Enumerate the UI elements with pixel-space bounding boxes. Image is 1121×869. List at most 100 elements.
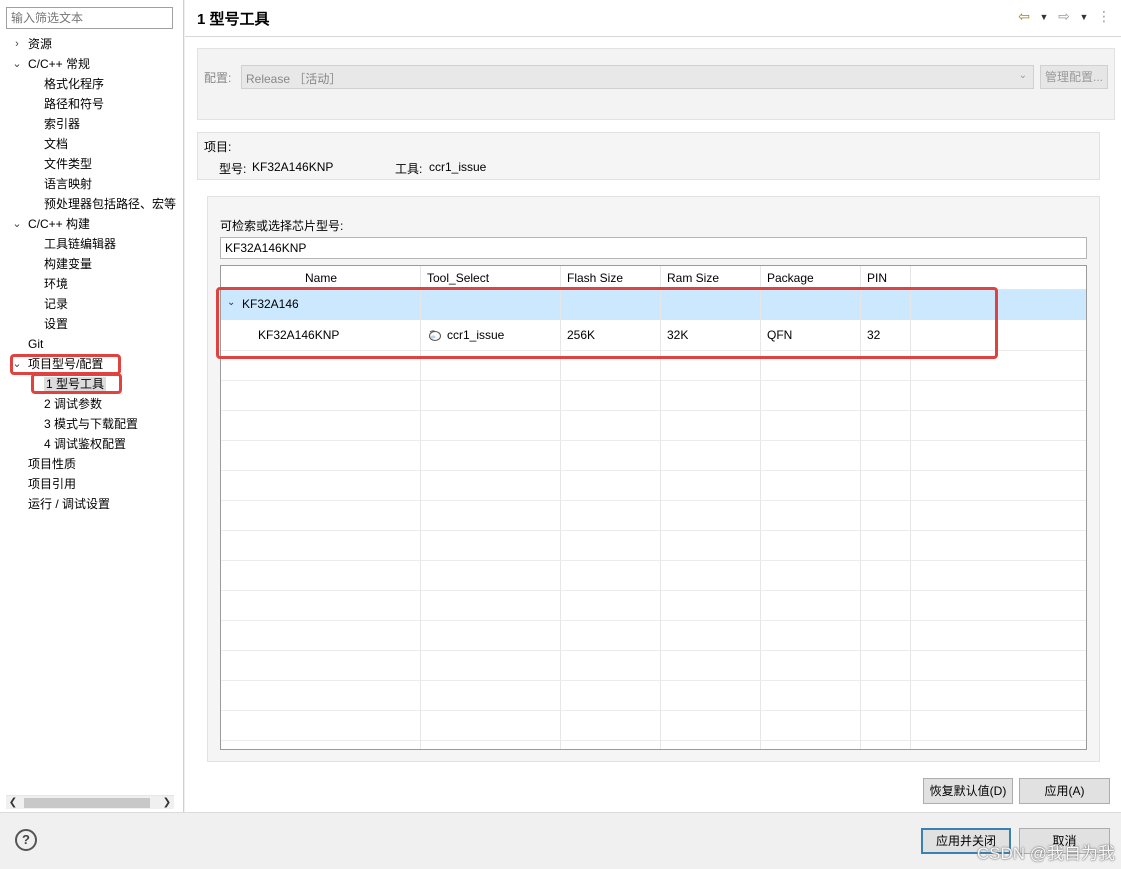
row-divider [221, 620, 1086, 621]
tree-item-logging[interactable]: 记录 [0, 294, 183, 314]
apply-button[interactable]: 应用(A) [1019, 778, 1110, 804]
cell-name: KF32A146KNP [258, 328, 340, 342]
more-menu-icon[interactable]: ⋮ [1097, 8, 1111, 26]
config-select-value: Release ［活动］ [246, 72, 342, 86]
row-divider [221, 440, 1086, 441]
row-divider [221, 560, 1086, 561]
row-divider [221, 470, 1086, 471]
row-divider [221, 680, 1086, 681]
main-panel: 1 型号工具 ⇦ ▼ ⇨ ▼ ⋮ 配置: Release ［活动］ ⌄ 管理配置… [185, 0, 1121, 812]
table-header: Name Tool_Select Flash Size Ram Size Pac… [221, 266, 1086, 290]
column-divider [860, 266, 861, 749]
column-divider [420, 266, 421, 749]
cell-tool[interactable]: ccr1_issue [421, 320, 504, 350]
model-value: KF32A146KNP [252, 160, 334, 174]
tree-item-project-model-config[interactable]: ⌄ 项目型号/配置 [0, 354, 183, 374]
chip-search-input[interactable] [220, 237, 1087, 259]
group-label: KF32A146 [242, 297, 299, 311]
restore-defaults-button[interactable]: 恢复默认值(D) [923, 778, 1013, 804]
tree-item-cpp-general[interactable]: ⌄ C/C++ 常规 [0, 54, 183, 74]
column-header-tool-select[interactable]: Tool_Select [421, 266, 489, 290]
chevron-down-icon[interactable]: ⌄ [227, 297, 235, 308]
column-divider [660, 266, 661, 749]
row-divider [221, 350, 1086, 351]
tree-item-git[interactable]: Git [0, 334, 183, 354]
row-divider [221, 710, 1086, 711]
tree-item-paths-symbols[interactable]: 路径和符号 [0, 94, 183, 114]
table-row[interactable]: KF32A146KNP ccr1_issue 256K 32K QFN 32 [221, 320, 1086, 350]
configuration-panel: 配置: Release ［活动］ ⌄ 管理配置... [197, 48, 1115, 120]
forward-dropdown-icon[interactable]: ▼ [1077, 8, 1091, 26]
back-dropdown-icon[interactable]: ▼ [1037, 8, 1051, 26]
tree-item-formatter[interactable]: 格式化程序 [0, 74, 183, 94]
page-title: 1 型号工具 [197, 11, 270, 28]
nav-buttons: ⇦ ▼ ⇨ ▼ ⋮ [1017, 8, 1111, 26]
sidebar: ›资源 ⌄C/C++ 常规 格式化程序 路径和符号 索引器 文档 文件类型 语言… [0, 0, 184, 812]
tree-item-mode-download[interactable]: 3 模式与下载配置 [0, 414, 183, 434]
tree-item-run-debug-settings[interactable]: 运行 / 调试设置 [0, 494, 183, 514]
tree-item-build-variables[interactable]: 构建变量 [0, 254, 183, 274]
tree-item-file-types[interactable]: 文件类型 [0, 154, 183, 174]
column-header-ram-size[interactable]: Ram Size [661, 266, 719, 290]
config-select: Release ［活动］ ⌄ [241, 65, 1034, 89]
group-row[interactable]: ⌄ KF32A146 [221, 290, 1086, 320]
tool-mouse-icon [429, 330, 441, 341]
chip-table: Name Tool_Select Flash Size Ram Size Pac… [220, 265, 1087, 750]
column-header-pin[interactable]: PIN [861, 266, 887, 290]
chevron-down-icon[interactable]: ⌄ [11, 214, 23, 234]
tree-item-language-mapping[interactable]: 语言映射 [0, 174, 183, 194]
scrollbar-thumb[interactable] [24, 798, 150, 808]
tree-item-cpp-build[interactable]: ⌄ C/C++ 构建 [0, 214, 183, 234]
project-info-panel: 项目: 型号: KF32A146KNP 工具: ccr1_issue [197, 132, 1100, 180]
column-divider [910, 266, 911, 749]
forward-arrow-icon[interactable]: ⇨ [1057, 8, 1071, 26]
tree-item-project-references[interactable]: 项目引用 [0, 474, 183, 494]
row-divider [221, 590, 1086, 591]
row-divider [221, 530, 1086, 531]
project-heading: 项目: [204, 140, 232, 154]
back-arrow-icon[interactable]: ⇦ [1017, 8, 1031, 26]
row-divider [221, 410, 1086, 411]
horizontal-scrollbar[interactable]: ❮ ❯ [6, 795, 174, 809]
tree-item-resources[interactable]: › 资源 [0, 34, 183, 54]
scroll-left-icon[interactable]: ❮ [6, 796, 20, 810]
chevron-down-icon[interactable]: ⌄ [11, 354, 23, 374]
chevron-down-icon[interactable]: ⌄ [11, 54, 23, 74]
filter-input[interactable] [6, 7, 173, 29]
cell-tool-label: ccr1_issue [447, 328, 505, 342]
column-divider [560, 266, 561, 749]
watermark: CSDN @我自为我 [976, 844, 1115, 863]
dialog-button-bar: ? 应用并关闭 取消 CSDN @我自为我 [0, 812, 1121, 869]
help-icon[interactable]: ? [15, 829, 37, 851]
row-divider [221, 500, 1086, 501]
cell-pin: 32 [867, 328, 881, 342]
tree-item-toolchain-editor[interactable]: 工具链编辑器 [0, 234, 183, 254]
scroll-right-icon[interactable]: ❯ [160, 796, 174, 810]
row-divider [221, 740, 1086, 741]
tool-value: ccr1_issue [429, 160, 487, 174]
preference-tree: › 资源 ⌄ C/C++ 常规 格式化程序 路径和符号 索引器 文档 文件类型 语言… [0, 34, 183, 514]
column-header-package[interactable]: Package [761, 266, 814, 290]
row-divider [221, 650, 1086, 651]
cell-package: QFN [767, 328, 793, 342]
tree-item-debug-auth[interactable]: 4 调试鉴权配置 [0, 434, 183, 454]
tree-item-indexer[interactable]: 索引器 [0, 114, 183, 134]
tree-item-docs[interactable]: 文档 [0, 134, 183, 154]
column-header-flash-size[interactable]: Flash Size [561, 266, 623, 290]
tree-item-environment[interactable]: 环境 [0, 274, 183, 294]
chevron-down-icon: ⌄ [1018, 70, 1027, 81]
tree-item-preprocessor[interactable]: 预处理器包括路径、宏等 [0, 194, 183, 214]
tree-item-model-tool[interactable]: 1 型号工具 [0, 374, 183, 394]
title-separator [185, 36, 1121, 37]
row-divider [221, 380, 1086, 381]
tree-item-debug-params[interactable]: 2 调试参数 [0, 394, 183, 414]
chevron-right-icon[interactable]: › [11, 34, 23, 54]
cell-flash: 256K [567, 328, 596, 342]
tree-item-settings[interactable]: 设置 [0, 314, 183, 334]
tool-label: 工具: [395, 162, 423, 176]
column-divider [760, 266, 761, 749]
config-label: 配置: [204, 71, 232, 85]
column-header-name[interactable]: Name [299, 266, 337, 290]
tree-item-project-nature[interactable]: 项目性质 [0, 454, 183, 474]
model-label: 型号: [219, 162, 247, 176]
